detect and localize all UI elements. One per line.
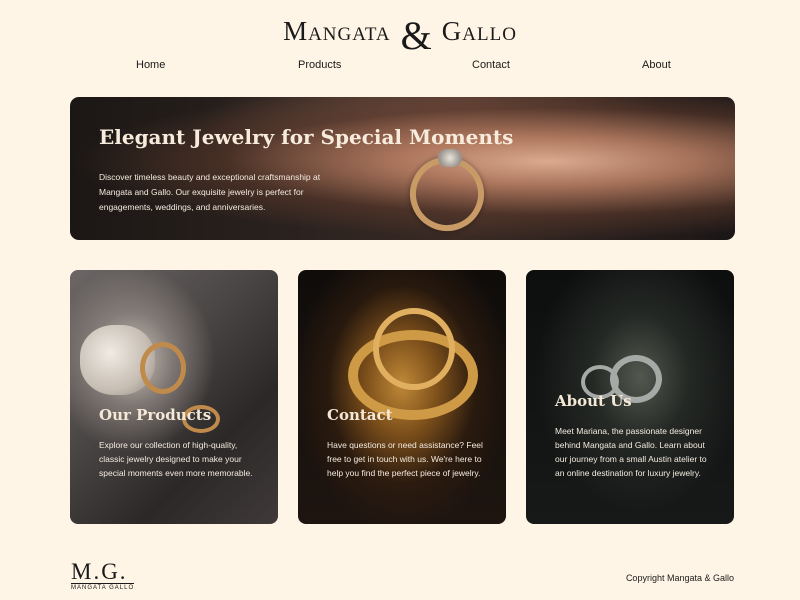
copyright-text: Copyright Mangata & Gallo <box>625 573 734 583</box>
earring-image <box>140 342 186 394</box>
products-card[interactable]: Our Products Explore our collection of h… <box>70 270 278 524</box>
footer-logo[interactable]: M.G. MANGATA GALLO <box>71 559 135 591</box>
nav-products-link[interactable]: Products <box>298 59 341 71</box>
main-nav: Home Products Contact About <box>0 59 800 75</box>
hero-banner: Elegant Jewelry for Special Moments Disc… <box>70 97 735 240</box>
nav-about-link[interactable]: About <box>642 59 671 71</box>
contact-card[interactable]: Contact Have questions or need assistanc… <box>298 270 506 524</box>
nav-contact-link[interactable]: Contact <box>472 59 510 71</box>
nav-home-link[interactable]: Home <box>136 59 165 71</box>
contact-card-title: Contact <box>327 406 393 424</box>
hero-title: Elegant Jewelry for Special Moments <box>99 125 514 149</box>
engagement-ring-image <box>373 308 455 390</box>
brand-logo[interactable]: Mangata & Gallo <box>0 8 800 58</box>
brand-second-word: Gallo <box>441 16 517 46</box>
footer-logo-monogram: M.G. <box>71 559 128 584</box>
footer-logo-text: MANGATA GALLO <box>71 583 135 591</box>
brand-first-word: Mangata <box>283 16 391 46</box>
products-card-title: Our Products <box>99 406 212 424</box>
products-card-text: Explore our collection of high-quality, … <box>99 440 253 478</box>
brand-ampersand: & <box>400 13 432 58</box>
contact-card-text: Have questions or need assistance? Feel … <box>327 440 483 478</box>
about-card[interactable]: About Us Meet Mariana, the passionate de… <box>526 270 734 524</box>
about-card-text: Meet Mariana, the passionate designer be… <box>555 426 707 478</box>
hero-gem-image <box>438 149 462 167</box>
hero-description: Discover timeless beauty and exceptional… <box>99 172 321 212</box>
about-card-title: About Us <box>555 392 632 410</box>
